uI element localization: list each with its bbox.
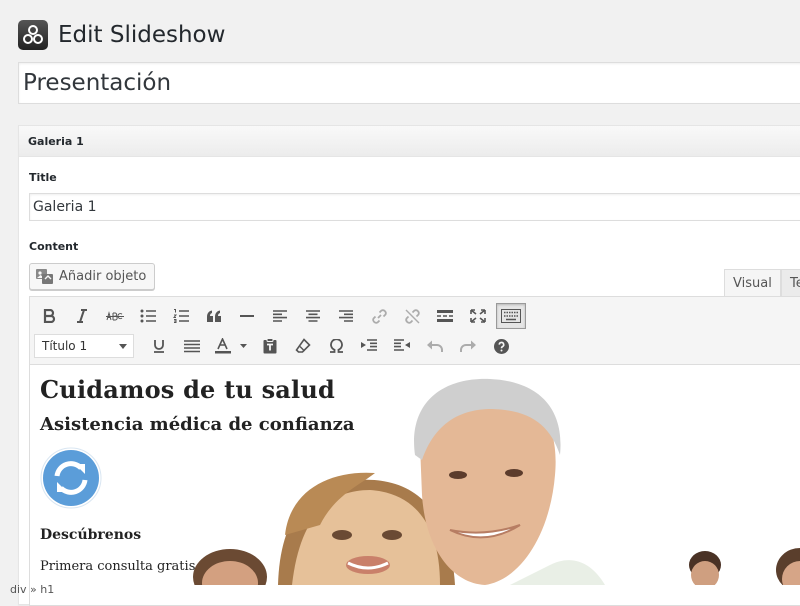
refresh-icon (40, 447, 102, 509)
read-more-icon (437, 310, 453, 322)
tab-text-label: Te (790, 275, 800, 291)
page-title: Edit Slideshow (58, 22, 226, 48)
help-icon (493, 338, 509, 354)
omega-icon (329, 339, 343, 353)
align-center-icon (306, 310, 320, 322)
tab-visual-label: Visual (733, 276, 772, 291)
eraser-icon (295, 338, 311, 353)
outdent-button[interactable] (354, 333, 384, 359)
format-select-value: Título 1 (42, 339, 88, 353)
slide-title-input[interactable] (29, 193, 800, 221)
title-label: Title (29, 171, 57, 184)
bold-button[interactable] (34, 303, 64, 329)
slideshow-name-input[interactable] (18, 62, 800, 104)
content-label: Content (29, 240, 79, 253)
underline-button[interactable] (144, 333, 174, 359)
slideshow-app-icon (18, 20, 48, 50)
editor-toolbar: Título 1 (30, 297, 800, 365)
text-color-button[interactable] (210, 333, 252, 359)
slide-box-heading-label: Galeria 1 (28, 134, 84, 148)
fullscreen-button[interactable] (463, 303, 493, 329)
indent-button[interactable] (387, 333, 417, 359)
blockquote-button[interactable] (199, 303, 229, 329)
redo-icon (460, 340, 476, 352)
numbered-list-button[interactable] (166, 303, 196, 329)
undo-icon (427, 340, 443, 352)
redo-button[interactable] (453, 333, 483, 359)
insert-link-button[interactable] (364, 303, 394, 329)
page-header: Edit Slideshow (18, 18, 225, 52)
remove-link-button[interactable] (397, 303, 427, 329)
add-media-button[interactable]: Añadir objeto (29, 263, 156, 290)
chevron-down-icon (119, 343, 127, 349)
outdent-icon (361, 339, 377, 351)
toolbar-row-2: Título 1 (34, 331, 800, 361)
format-select[interactable]: Título 1 (34, 334, 134, 358)
align-left-icon (273, 310, 287, 322)
bold-icon (43, 309, 56, 323)
add-media-label: Añadir objeto (59, 269, 147, 284)
text-color-icon (215, 338, 247, 354)
horizontal-line-icon (240, 315, 254, 317)
horizontal-line-button[interactable] (232, 303, 262, 329)
keyboard-shortcuts-button[interactable] (486, 333, 516, 359)
special-character-button[interactable] (321, 333, 351, 359)
content-paragraph[interactable]: Primera consulta gratis (40, 559, 355, 574)
underline-icon (154, 340, 164, 353)
unlink-icon (404, 308, 420, 324)
keyboard-icon (501, 309, 521, 323)
tab-text[interactable]: Te (781, 269, 800, 296)
toolbar-row-1 (34, 301, 800, 331)
justify-icon (184, 339, 200, 352)
strikethrough-icon (106, 311, 124, 321)
toolbar-toggle-button[interactable] (496, 303, 526, 329)
background-person-right-1 (689, 551, 721, 585)
align-center-button[interactable] (298, 303, 328, 329)
link-icon (371, 308, 387, 324)
bullet-list-icon (140, 309, 156, 323)
background-person-right-2 (776, 548, 800, 585)
align-left-button[interactable] (265, 303, 295, 329)
editor-element-path: div » h1 (10, 583, 55, 596)
man-figure (414, 378, 605, 585)
undo-button[interactable] (420, 333, 450, 359)
italic-button[interactable] (67, 303, 97, 329)
read-more-button[interactable] (430, 303, 460, 329)
blockquote-icon (207, 310, 221, 322)
numbered-list-icon (173, 309, 189, 323)
content-heading-2[interactable]: Asistencia médica de confianza (40, 414, 355, 435)
fullscreen-icon (470, 309, 486, 323)
strikethrough-button[interactable] (100, 303, 130, 329)
justify-button[interactable] (177, 333, 207, 359)
bullet-list-button[interactable] (133, 303, 163, 329)
indent-icon (394, 339, 410, 351)
slide-postbox: Galeria 1 Title Content Añadir objeto Vi… (18, 125, 800, 606)
align-right-icon (339, 310, 353, 322)
italic-icon (77, 309, 87, 323)
paste-text-icon (263, 338, 277, 354)
align-right-button[interactable] (331, 303, 361, 329)
paste-as-text-button[interactable] (255, 333, 285, 359)
tab-visual[interactable]: Visual (724, 269, 781, 297)
editor-content-area[interactable]: Cuidamos de tu salud Asistencia médica d… (30, 365, 800, 585)
clear-formatting-button[interactable] (288, 333, 318, 359)
content-heading-3[interactable]: Descúbrenos (40, 527, 355, 543)
rich-text-editor: Título 1 Cuidamos de tu salud Asistencia… (29, 296, 800, 606)
slide-content[interactable]: Cuidamos de tu salud Asistencia médica d… (40, 375, 355, 574)
slide-box-heading[interactable]: Galeria 1 (19, 126, 800, 157)
content-heading-1[interactable]: Cuidamos de tu salud (40, 375, 355, 404)
add-media-icon (36, 269, 53, 284)
